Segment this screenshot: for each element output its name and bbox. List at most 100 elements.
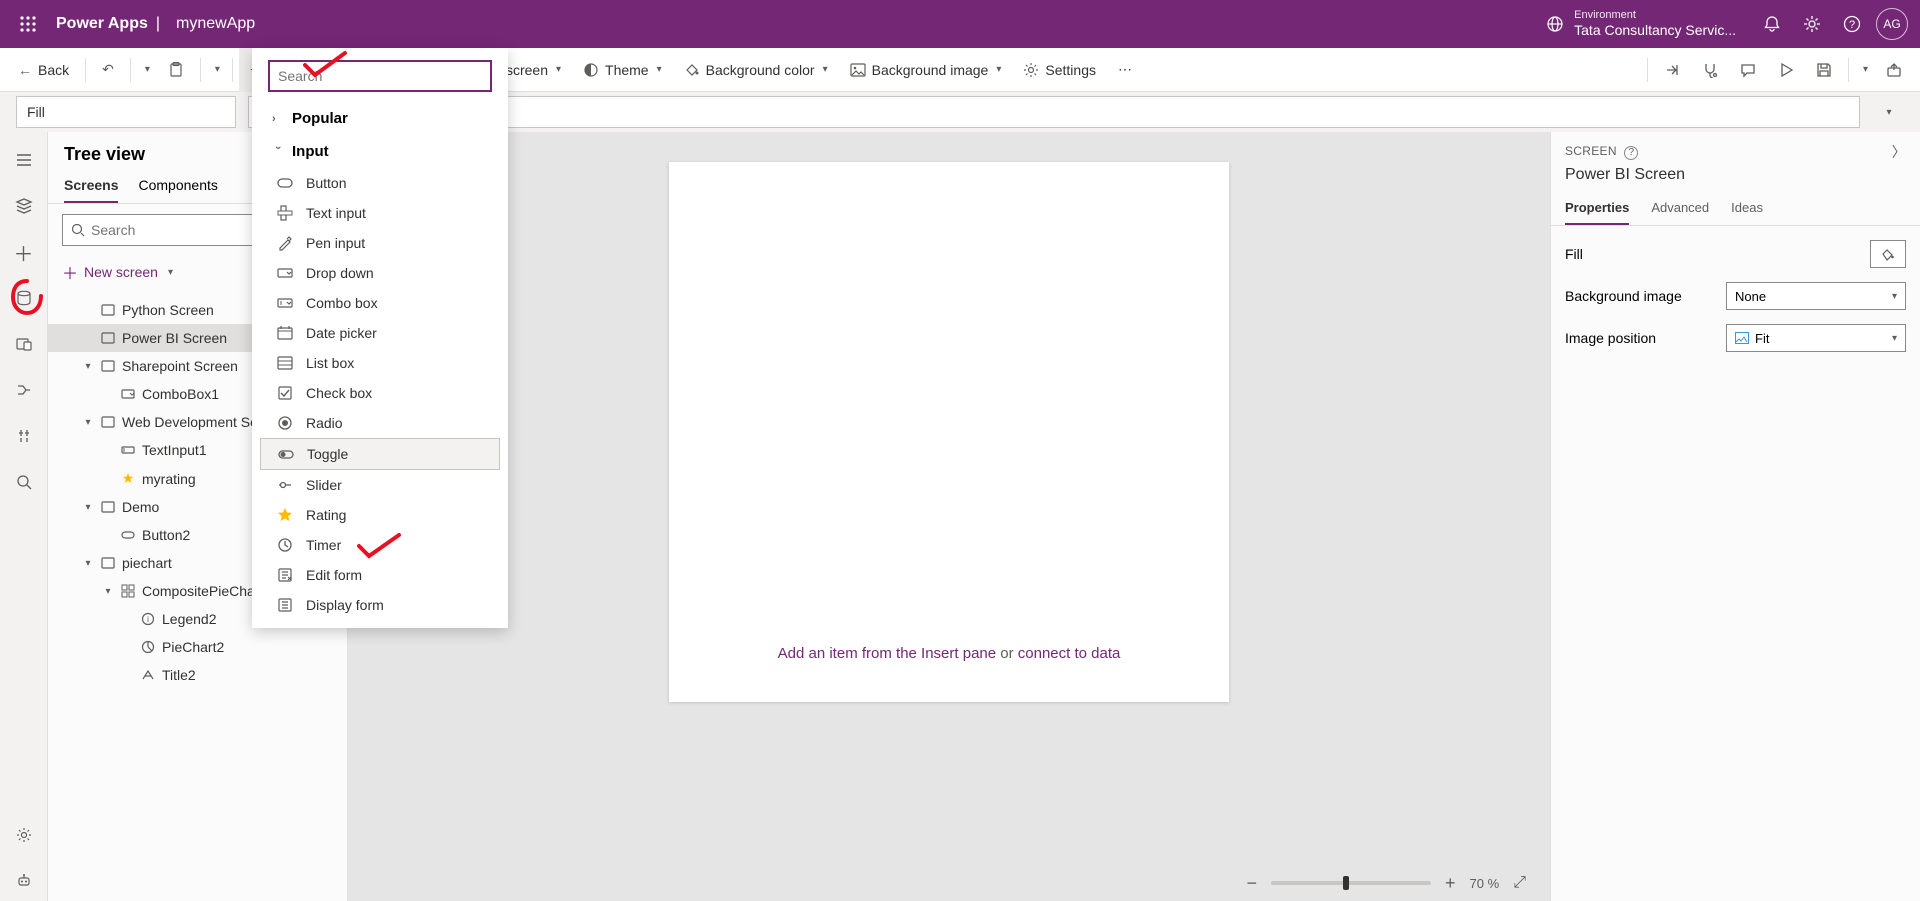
zoom-slider[interactable] (1271, 881, 1431, 885)
flow-icon (16, 382, 32, 398)
plus-icon: ＋ (62, 260, 78, 284)
insert-item-label: Rating (306, 507, 346, 523)
tree-caret[interactable]: ▾ (82, 361, 94, 372)
insert-item-icon (277, 446, 295, 462)
bg-color-button[interactable]: Background color ▾ (674, 48, 838, 92)
insert-item[interactable]: Text input (260, 198, 500, 228)
insert-item-label: Check box (306, 385, 372, 401)
tree-item-icon (120, 387, 136, 401)
tools-icon (16, 428, 32, 444)
prop-bgimg-select[interactable]: None ▾ (1726, 282, 1906, 310)
insert-item[interactable]: Display form (260, 590, 500, 620)
back-button[interactable]: ← Back (8, 48, 79, 92)
app-checker-button[interactable] (1692, 48, 1728, 92)
tree-item[interactable]: Title2 (48, 661, 347, 689)
tree-item-label: PieChart2 (162, 639, 224, 655)
bg-image-button[interactable]: Background image ▾ (840, 48, 1012, 92)
insert-item[interactable]: Radio (260, 408, 500, 438)
share-button[interactable] (1654, 48, 1690, 92)
props-tab-advanced[interactable]: Advanced (1651, 192, 1709, 225)
paste-split-button[interactable]: ▾ (207, 48, 226, 92)
insert-item[interactable]: List box (260, 348, 500, 378)
insert-item[interactable]: Rating (260, 500, 500, 530)
insert-item[interactable]: Toggle (260, 438, 500, 470)
overflow-button[interactable]: ⋯ (1108, 48, 1142, 92)
tree-caret[interactable]: ▾ (82, 558, 94, 569)
avatar-initials: AG (1876, 8, 1908, 40)
canvas-artboard[interactable]: Add an item from the Insert pane or conn… (669, 162, 1229, 702)
insert-item[interactable]: Edit form (260, 560, 500, 590)
props-tab-properties[interactable]: Properties (1565, 192, 1629, 225)
settings-button[interactable] (1792, 0, 1832, 48)
zoom-in-button[interactable]: + (1445, 873, 1456, 894)
hint-insert-link[interactable]: Add an item from the Insert pane (778, 645, 996, 662)
rail-settings-button[interactable] (4, 815, 44, 855)
prop-fill-button[interactable] (1870, 240, 1906, 268)
insert-item[interactable]: Date picker (260, 318, 500, 348)
tab-screens[interactable]: Screens (64, 169, 118, 203)
insert-item[interactable]: Slider (260, 470, 500, 500)
paste-button[interactable] (158, 48, 194, 92)
publish-button[interactable] (1876, 48, 1912, 92)
tree-item-icon (120, 528, 136, 542)
bucket-icon (684, 62, 700, 78)
help-button[interactable]: ? (1832, 0, 1872, 48)
rail-tree-button[interactable] (4, 186, 44, 226)
rail-data-button[interactable] (4, 278, 44, 318)
rail-media-button[interactable] (4, 324, 44, 364)
environment-picker[interactable]: Environment Tata Consultancy Servic... (1546, 9, 1736, 39)
prop-imgpos-label: Image position (1565, 330, 1656, 346)
fit-to-screen-button[interactable]: ⤢ (1513, 874, 1526, 892)
tree-caret[interactable]: ▾ (102, 586, 114, 597)
environment-name: Tata Consultancy Servic... (1574, 22, 1736, 39)
tab-components[interactable]: Components (138, 169, 217, 203)
rail-virtual-agent-button[interactable] (4, 861, 44, 901)
rail-tools-button[interactable] (4, 416, 44, 456)
save-split-button[interactable]: ▾ (1855, 48, 1874, 92)
insert-item[interactable]: Drop down (260, 258, 500, 288)
rail-hamburger-button[interactable] (4, 140, 44, 180)
search-icon (71, 223, 85, 237)
props-collapse-button[interactable]: 〉 (1892, 142, 1906, 162)
props-section-label: SCREEN (1565, 144, 1617, 158)
theme-button[interactable]: Theme ▾ (573, 48, 672, 92)
insert-category-popular[interactable]: › Popular (260, 102, 500, 135)
help-icon[interactable]: ? (1624, 146, 1638, 160)
zoom-thumb[interactable] (1343, 876, 1349, 890)
save-button[interactable] (1806, 48, 1842, 92)
rail-search-button[interactable] (4, 462, 44, 502)
prop-imgpos-value: Fit (1755, 331, 1769, 346)
preview-button[interactable] (1768, 48, 1804, 92)
comments-button[interactable] (1730, 48, 1766, 92)
undo-split-button[interactable]: ▾ (137, 48, 156, 92)
props-title: Power BI Screen (1551, 164, 1920, 192)
insert-item[interactable]: Check box (260, 378, 500, 408)
insert-item[interactable]: Combo box (260, 288, 500, 318)
app-settings-label: Settings (1045, 62, 1096, 78)
zoom-out-button[interactable]: − (1247, 873, 1258, 894)
notifications-button[interactable] (1752, 0, 1792, 48)
insert-search[interactable] (268, 60, 492, 92)
insert-category-input[interactable]: › Input (260, 135, 500, 168)
props-tab-ideas[interactable]: Ideas (1731, 192, 1763, 225)
app-launcher-button[interactable] (8, 0, 48, 48)
tree-caret[interactable]: ▾ (82, 417, 94, 428)
insert-item[interactable]: Pen input (260, 228, 500, 258)
tree-caret[interactable]: ▾ (82, 502, 94, 513)
property-selector[interactable]: Fill (16, 96, 236, 128)
formula-expand-button[interactable]: ▾ (1872, 96, 1904, 128)
insert-item[interactable]: Button (260, 168, 500, 198)
rail-flows-button[interactable] (4, 370, 44, 410)
app-settings-button[interactable]: Settings (1013, 48, 1106, 92)
insert-item-label: Display form (306, 597, 384, 613)
rail-insert-button[interactable]: ＋ (4, 232, 44, 272)
prop-imgpos-select[interactable]: Fit ▾ (1726, 324, 1906, 352)
undo-button[interactable]: ↶ (92, 48, 124, 92)
tree-item-icon: i (140, 612, 156, 626)
hint-connect-link[interactable]: connect to data (1018, 645, 1121, 662)
canvas-scroll[interactable]: Add an item from the Insert pane or conn… (348, 132, 1550, 865)
tree-item[interactable]: PieChart2 (48, 633, 347, 661)
user-avatar[interactable]: AG (1872, 0, 1912, 48)
insert-item[interactable]: Timer (260, 530, 500, 560)
insert-search-input[interactable] (278, 68, 482, 84)
